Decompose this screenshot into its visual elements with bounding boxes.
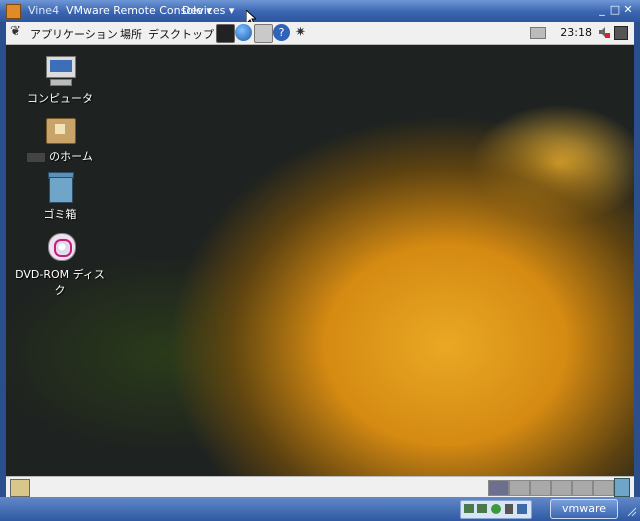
usb-icon[interactable] — [505, 504, 513, 514]
top-panel: ❦ アプリケーション 場所 デスクトップ ? ✷ 23:18 — [6, 22, 634, 45]
vmware-logo: vmware — [550, 499, 618, 519]
window-title-bar: Vine4 VMware Remote Console ▾ Devices ▾ … — [0, 0, 640, 26]
minimize-button[interactable]: _ — [595, 3, 609, 17]
mail-launcher-icon[interactable] — [254, 24, 273, 43]
desktop-icon-trash[interactable]: ゴミ箱 — [15, 172, 105, 222]
clock[interactable]: 23:18 — [560, 26, 592, 39]
bug-launcher-icon[interactable]: ✷ — [292, 24, 309, 41]
panel-trash-icon[interactable] — [614, 478, 630, 497]
volume-muted-icon[interactable] — [598, 26, 610, 38]
close-button[interactable]: ✕ — [621, 3, 635, 17]
desktop-icon-dvd[interactable]: DVD-ROM ディスク — [15, 232, 105, 298]
device-status-tray — [460, 500, 532, 519]
network-icon[interactable] — [464, 504, 474, 513]
window-title: Vine4 — [28, 4, 60, 17]
home-folder-icon — [44, 114, 76, 144]
gnome-foot-icon[interactable]: ❦ — [10, 25, 24, 39]
show-desktop-icon[interactable] — [10, 479, 30, 497]
menu-devices[interactable]: Devices ▾ — [182, 4, 234, 17]
trash-icon — [44, 172, 76, 203]
display-icon[interactable] — [517, 504, 527, 514]
logout-icon[interactable] — [614, 26, 628, 40]
workspace-2[interactable] — [509, 480, 530, 496]
menu-places[interactable]: 場所 — [120, 26, 142, 42]
dvd-disc-icon — [44, 232, 76, 262]
help-launcher-icon[interactable]: ? — [273, 24, 290, 41]
workspace-1[interactable] — [488, 480, 509, 496]
printer-icon[interactable] — [530, 27, 546, 39]
cd-drive-icon[interactable] — [491, 504, 501, 514]
desktop-icon-computer[interactable]: コンピュータ — [15, 56, 105, 106]
workspace-5[interactable] — [572, 480, 593, 496]
terminal-launcher-icon[interactable] — [216, 24, 235, 43]
desktop-icon-label: コンピュータ — [27, 92, 93, 105]
guest-desktop[interactable]: ❦ アプリケーション 場所 デスクトップ ? ✷ 23:18 コンピュータ のホ… — [6, 22, 634, 497]
menu-desktop[interactable]: デスクトップ — [148, 26, 214, 42]
workspace-3[interactable] — [530, 480, 551, 496]
bottom-panel — [6, 476, 634, 498]
app-icon — [6, 4, 21, 19]
redacted-username — [27, 152, 46, 162]
maximize-button[interactable]: □ — [608, 3, 622, 17]
network-icon-2[interactable] — [477, 504, 487, 513]
desktop-icon-home[interactable]: のホーム — [15, 114, 105, 164]
vmware-status-bar: vmware — [0, 497, 640, 521]
desktop-icon-label: DVD-ROM ディスク — [15, 268, 105, 297]
desktop-icon-label: ゴミ箱 — [43, 208, 77, 221]
workspace-6[interactable] — [593, 480, 614, 496]
computer-icon — [44, 56, 76, 86]
desktop-icon-label: のホーム — [49, 150, 93, 163]
menu-applications[interactable]: アプリケーション — [30, 26, 118, 42]
web-browser-launcher-icon[interactable] — [235, 24, 252, 41]
resize-grip-icon[interactable] — [626, 506, 636, 516]
workspace-4[interactable] — [551, 480, 572, 496]
